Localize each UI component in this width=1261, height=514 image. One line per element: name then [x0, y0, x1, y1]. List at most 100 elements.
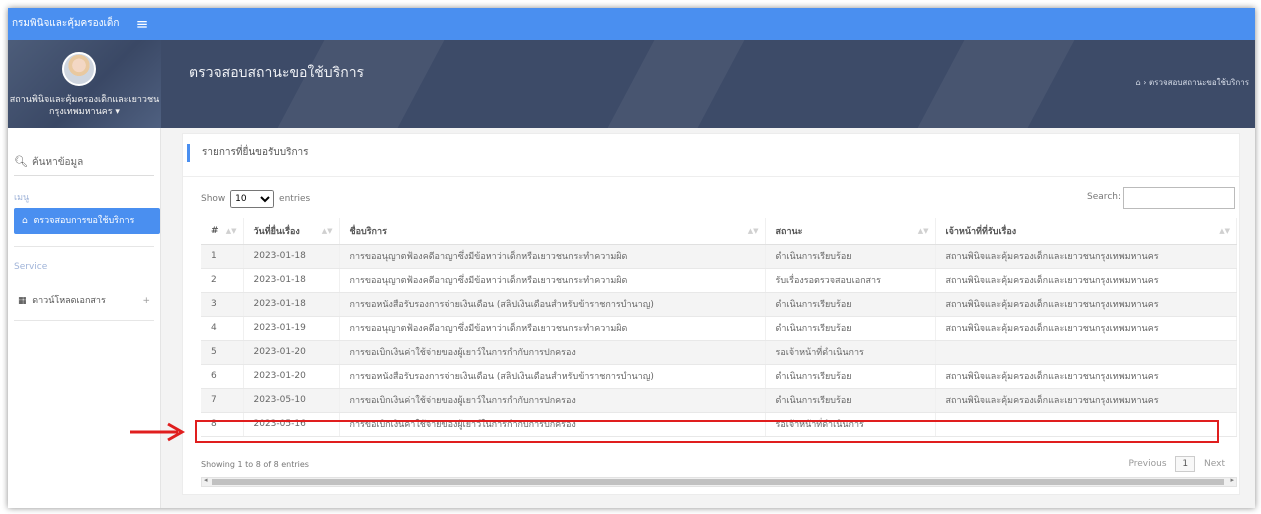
table-cell-n: 7: [201, 388, 244, 413]
table-cell-date: 2023-01-20: [243, 364, 340, 389]
table-cell-officer: สถานพินิจและคุ้มครองเด็กและเยาวชนกรุงเทพ…: [935, 316, 1237, 341]
horizontal-scrollbar[interactable]: ◂ ▸: [201, 476, 1237, 487]
requests-table: # ▲▼ วันที่ยื่นเรื่อง ▲▼ ชื่อบริการ ▲▼ สถาน…: [201, 218, 1237, 437]
page-button-current[interactable]: 1: [1175, 456, 1196, 472]
top-bar: กรมพินิจและคุ้มครองเด็ก ≡: [8, 8, 1255, 40]
breadcrumb[interactable]: ⌂ › ตรวจสอบสถานะขอใช้บริการ: [1136, 76, 1249, 89]
app-window: กรมพินิจและคุ้มครองเด็ก ≡ สถานพินิจและคุ…: [8, 8, 1255, 508]
page-length-control: Show 10 entries: [201, 190, 310, 208]
table-row[interactable]: 3 2023-01-18 การขอหนังสือรับรองการจ่ายเงิน…: [201, 292, 1237, 317]
scroll-left-icon[interactable]: ◂: [204, 476, 208, 484]
sort-icon: ▲▼: [917, 227, 929, 235]
table-cell-officer: สถานพินิจและคุ้มครองเด็กและเยาวชนกรุงเทพ…: [935, 244, 1237, 269]
table-cell-officer: สถานพินิจและคุ้มครองเด็กและเยาวชนกรุงเทพ…: [935, 268, 1237, 293]
card-title: รายการที่ยื่นขอรับบริการ: [187, 144, 309, 162]
scroll-right-icon[interactable]: ▸: [1230, 476, 1234, 484]
table-cell-status: รอเจ้าหน้าที่ดำเนินการ: [765, 340, 936, 365]
table-cell-service: การขออนุญาตฟ้องคดีอาญาซึ่งมีข้อหาว่าเด็ก…: [339, 268, 766, 293]
table-cell-officer: [935, 340, 1237, 365]
table-cell-n: 3: [201, 292, 244, 317]
sidebar-search-placeholder: ค้นหาข้อมูล: [31, 157, 84, 168]
table-info: Showing 1 to 8 of 8 entries: [201, 460, 309, 469]
pagination: Previous 1 Next: [1129, 456, 1225, 472]
column-label: ชื่อบริการ: [349, 226, 387, 237]
scroll-thumb[interactable]: [212, 479, 1224, 485]
table-cell-officer: สถานพินิจและคุ้มครองเด็กและเยาวชนกรุงเทพ…: [935, 364, 1237, 389]
table-cell-n: 2: [201, 268, 244, 293]
table-cell-service: การขออนุญาตฟ้องคดีอาญาซึ่งมีข้อหาว่าเด็ก…: [339, 316, 766, 341]
next-button[interactable]: Next: [1204, 459, 1225, 469]
table-cell-status: ดำเนินการเรียบร้อย: [765, 244, 936, 269]
table-row[interactable]: 6 2023-01-20 การขอหนังสือรับรองการจ่ายเงิน…: [201, 364, 1237, 389]
table-cell-n: 4: [201, 316, 244, 341]
column-header-service[interactable]: ชื่อบริการ ▲▼: [339, 218, 766, 245]
profile-dropdown[interactable]: กรุงเทพมหานคร ▾: [8, 106, 161, 119]
column-header-status[interactable]: สถานะ ▲▼: [765, 218, 936, 245]
table-row[interactable]: 5 2023-01-20 การขอเบิกเงินค่าใช้จ่ายของผู้…: [201, 340, 1237, 365]
home-icon: ⌂: [22, 216, 28, 226]
red-arrow-icon: [130, 422, 186, 442]
table-cell-status: ดำเนินการเรียบร้อย: [765, 292, 936, 317]
table-cell-date: 2023-01-18: [243, 268, 340, 293]
table-row[interactable]: 1 2023-01-18 การขออนุญาตฟ้องคดีอาญาซึ่งมีข…: [201, 244, 1237, 269]
table-cell-date: 2023-01-20: [243, 340, 340, 365]
expand-icon[interactable]: +: [142, 288, 150, 314]
table-cell-status: ดำเนินการเรียบร้อย: [765, 388, 936, 413]
sort-icon: ▲▼: [1219, 227, 1230, 235]
table-cell-service: การขอหนังสือรับรองการจ่ายเงินเดือน (สลิป…: [339, 292, 766, 317]
table-cell-service: การขอเบิกเงินค่าใช้จ่ายของผู้เยาว์ในการก…: [339, 340, 766, 365]
table-cell-n: 1: [201, 244, 244, 269]
grid-icon: ▦: [18, 296, 27, 306]
page-length-select[interactable]: 10: [230, 190, 275, 208]
sidebar-item-label: ดาวน์โหลดเอกสาร: [32, 296, 106, 306]
show-label: Show: [201, 194, 226, 204]
sidebar-item-download[interactable]: ▦ ดาวน์โหลดเอกสาร +: [14, 288, 160, 314]
header-decor: [607, 40, 745, 128]
profile-panel: สถานพินิจและคุ้มครองเด็กและเยาวชน กรุงเท…: [8, 40, 161, 128]
column-label: เจ้าหน้าที่ที่รับเรื่อง: [945, 226, 1017, 237]
table-cell-date: 2023-01-19: [243, 316, 340, 341]
table-cell-status: ดำเนินการเรียบร้อย: [765, 364, 936, 389]
sort-icon: ▲▼: [747, 227, 759, 235]
table-cell-date: 2023-01-18: [243, 292, 340, 317]
sidebar-item-label: ตรวจสอบการขอใช้บริการ: [33, 216, 135, 226]
table-cell-service: การขอหนังสือรับรองการจ่ายเงินเดือน (สลิป…: [339, 364, 766, 389]
column-label: #: [211, 225, 219, 236]
sort-icon: ▲▼: [225, 227, 237, 235]
table-search-input[interactable]: [1123, 187, 1235, 209]
table-row[interactable]: 4 2023-01-19 การขออนุญาตฟ้องคดีอาญาซึ่งมีข…: [201, 316, 1237, 341]
entries-label: entries: [279, 194, 311, 204]
highlight-box: [195, 420, 1219, 443]
service-section-label: Service: [14, 262, 48, 272]
sidebar-search[interactable]: 🔍︎ ค้นหาข้อมูล: [14, 148, 154, 176]
divider: [183, 176, 1239, 177]
search-icon: 🔍︎: [14, 155, 28, 168]
table-row[interactable]: 7 2023-05-10 การขอเบิกเงินค่าใช้จ่ายของผู้…: [201, 388, 1237, 413]
previous-button[interactable]: Previous: [1129, 459, 1167, 469]
table-cell-officer: สถานพินิจและคุ้มครองเด็กและเยาวชนกรุงเทพ…: [935, 388, 1237, 413]
page-header: ตรวจสอบสถานะขอใช้บริการ ⌂ › ตรวจสอบสถานะ…: [161, 40, 1255, 128]
divider: [14, 246, 154, 247]
table-cell-n: 6: [201, 364, 244, 389]
table-cell-status: รับเรื่องรอตรวจสอบเอกสาร: [765, 268, 936, 293]
avatar: [62, 52, 96, 86]
table-cell-officer: สถานพินิจและคุ้มครองเด็กและเยาวชนกรุงเทพ…: [935, 292, 1237, 317]
table-cell-service: การขอเบิกเงินค่าใช้จ่ายของผู้เยาว์ในการก…: [339, 388, 766, 413]
table-cell-status: ดำเนินการเรียบร้อย: [765, 316, 936, 341]
hamburger-icon[interactable]: ≡: [132, 14, 152, 34]
search-label: Search:: [1087, 192, 1121, 202]
column-header-officer[interactable]: เจ้าหน้าที่ที่รับเรื่อง ▲▼: [935, 218, 1237, 245]
sort-icon: ▲▼: [321, 227, 333, 235]
page-title: ตรวจสอบสถานะขอใช้บริการ: [189, 65, 365, 81]
table-cell-n: 5: [201, 340, 244, 365]
table-cell-service: การขออนุญาตฟ้องคดีอาญาซึ่งมีข้อหาว่าเด็ก…: [339, 244, 766, 269]
column-label: วันที่ยื่นเรื่อง: [253, 226, 300, 237]
column-header-date[interactable]: วันที่ยื่นเรื่อง ▲▼: [243, 218, 340, 245]
divider: [14, 320, 154, 321]
table-cell-date: 2023-05-10: [243, 388, 340, 413]
column-label: สถานะ: [775, 226, 803, 237]
sidebar-item-check-service[interactable]: ⌂ ตรวจสอบการขอใช้บริการ: [14, 208, 160, 234]
table-row[interactable]: 2 2023-01-18 การขออนุญาตฟ้องคดีอาญาซึ่งมีข…: [201, 268, 1237, 293]
header-decor: [917, 40, 1075, 128]
column-header-number[interactable]: # ▲▼: [201, 218, 244, 245]
